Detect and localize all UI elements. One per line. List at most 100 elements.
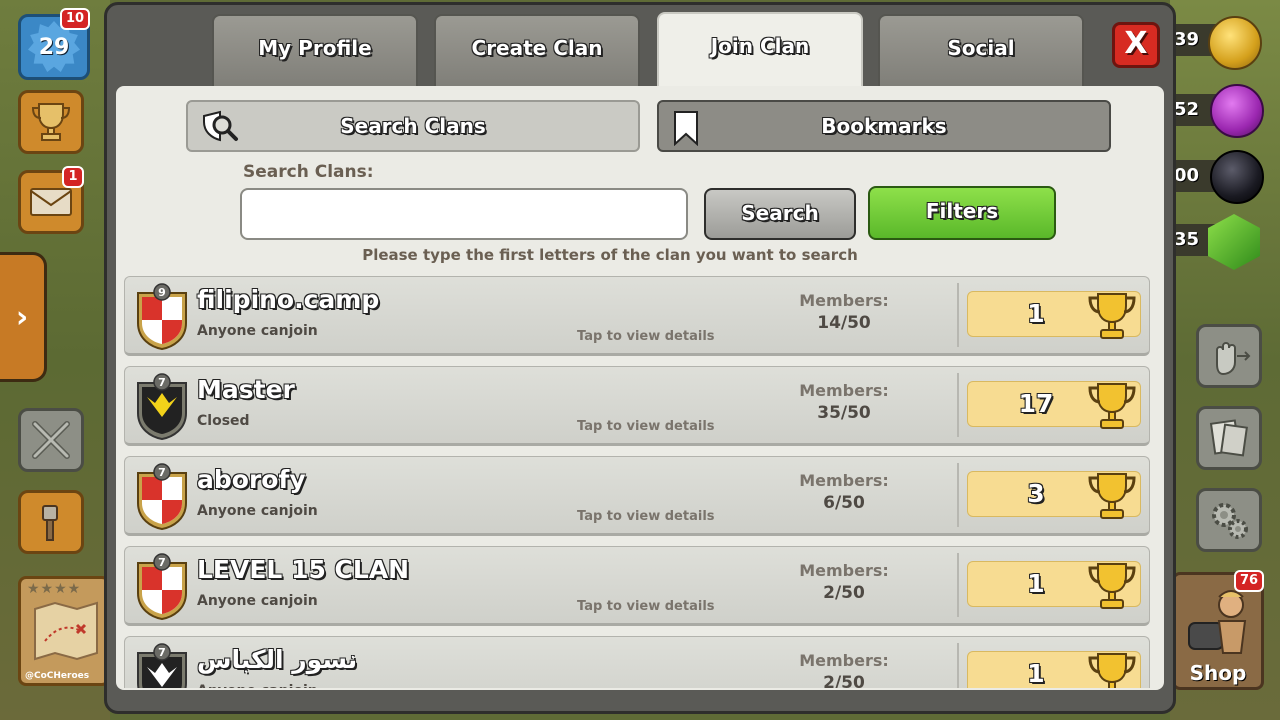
elixir-drop-icon <box>1210 84 1264 138</box>
envelope-icon <box>30 188 72 216</box>
treasure-map-icon <box>34 601 98 661</box>
trophy-icon <box>31 103 71 141</box>
members-count: 2/50 <box>823 673 865 688</box>
row-divider <box>957 643 959 688</box>
members-count: 14/50 <box>817 313 871 333</box>
clan-list[interactable]: 9 filipino.camp Anyone canjoin Tap to vi… <box>124 276 1150 688</box>
tap-details-hint: Tap to view details <box>577 509 715 524</box>
settings-button[interactable] <box>1196 488 1262 552</box>
clan-trophies: 1 <box>967 291 1141 339</box>
gears-icon <box>1212 503 1248 539</box>
clan-name: aborofy <box>197 465 306 494</box>
level-notification-badge: 10 <box>60 8 91 30</box>
clan-search-input[interactable] <box>240 188 688 240</box>
clan-trophies: 1 <box>967 561 1141 609</box>
trophy-league-button[interactable] <box>18 90 84 154</box>
clan-level: 7 <box>158 466 166 479</box>
filters-button[interactable]: Filters <box>868 186 1056 240</box>
members-count: 6/50 <box>823 493 865 513</box>
trophy-count: 3 <box>1027 479 1045 508</box>
tab-label: My Profile <box>258 36 372 60</box>
shop-notification-badge: 76 <box>1234 570 1265 592</box>
trophy-count: 1 <box>1027 299 1045 328</box>
map-stars-icon: ★★★★ <box>27 581 82 597</box>
search-label: Search Clans: <box>243 162 374 182</box>
row-divider <box>957 283 959 347</box>
tab-join-clan[interactable]: Join Clan <box>657 12 863 92</box>
tab-label: Social <box>947 36 1015 60</box>
level-number: 29 <box>38 34 70 60</box>
clan-trophies: 3 <box>967 471 1141 519</box>
expand-sidebar-button[interactable]: › <box>0 252 47 382</box>
tap-details-hint: Tap to view details <box>577 419 715 434</box>
clan-join-type: Anyone canjoin <box>197 683 318 688</box>
attack-log-button[interactable] <box>18 408 84 472</box>
tab-label: Join Clan <box>710 34 810 58</box>
shop-barbarian-icon <box>1188 590 1247 654</box>
tab-social[interactable]: Social <box>878 14 1084 88</box>
clan-trophies: 17 <box>967 381 1141 429</box>
clan-level: 9 <box>158 286 166 299</box>
crossed-swords-icon <box>32 421 70 459</box>
members-label: Members: <box>799 291 889 310</box>
clan-badge-icon: 7 <box>137 553 187 621</box>
clan-trophies: 1 <box>967 651 1141 688</box>
hand-move-icon <box>1216 342 1251 376</box>
clan-name: LEVEL 15 CLAN <box>197 555 410 584</box>
clan-row[interactable]: 7 Master Closed Tap to view details Memb… <box>124 366 1150 446</box>
search-icon <box>203 110 238 142</box>
bookmark-icon <box>674 111 698 146</box>
builder-button[interactable] <box>18 490 84 554</box>
trophy-count: 1 <box>1027 569 1045 598</box>
gold-coin-icon <box>1208 16 1262 70</box>
trophy-icon <box>1088 473 1136 519</box>
tab-label: Create Clan <box>471 36 603 60</box>
tab-my-profile[interactable]: My Profile <box>212 14 418 88</box>
subtab-search-clans[interactable]: Search Clans <box>186 100 640 152</box>
clan-name: نسور الكباس <box>197 645 358 674</box>
subtab-bookmarks[interactable]: Bookmarks <box>657 100 1111 152</box>
tap-details-hint: Tap to view details <box>577 329 715 344</box>
close-button[interactable]: X <box>1112 22 1160 68</box>
clan-badge-icon: 7 <box>137 463 187 531</box>
trophy-icon <box>1088 383 1136 429</box>
clan-join-type: Closed <box>197 413 250 429</box>
search-hint: Please type the first letters of the cla… <box>362 246 858 264</box>
clan-name: filipino.camp <box>197 285 380 314</box>
trophy-count: 1 <box>1027 659 1045 688</box>
subtab-label: Bookmarks <box>821 114 947 138</box>
row-divider <box>957 553 959 617</box>
dark-elixir-drop-icon <box>1210 150 1264 204</box>
row-divider <box>957 373 959 437</box>
members-count: 35/50 <box>817 403 871 423</box>
clan-row[interactable]: 7 نسور الكباس Anyone canjoin Members: 2/… <box>124 636 1150 688</box>
clan-badge-icon: 9 <box>137 283 187 351</box>
campaign-map-button[interactable]: ★★★★ @CoCHeroes <box>18 576 110 686</box>
chevron-right-icon: › <box>15 299 29 335</box>
row-divider <box>957 463 959 527</box>
members-label: Members: <box>799 381 889 400</box>
clan-level: 7 <box>158 376 166 389</box>
clan-badge-icon: 7 <box>137 373 187 441</box>
subtab-label: Search Clans <box>340 114 486 138</box>
shop-label: Shop <box>1189 661 1247 685</box>
clan-row[interactable]: 7 LEVEL 15 CLAN Anyone canjoin Tap to vi… <box>124 546 1150 626</box>
trophy-count: 17 <box>1018 389 1054 418</box>
clan-row[interactable]: 7 aborofy Anyone canjoin Tap to view det… <box>124 456 1150 536</box>
clan-name: Master <box>197 375 295 404</box>
tab-create-clan[interactable]: Create Clan <box>434 14 640 88</box>
trophy-icon <box>1088 653 1136 688</box>
members-label: Members: <box>799 651 889 670</box>
clan-badge-icon: 7 <box>137 643 187 688</box>
members-label: Members: <box>799 471 889 490</box>
clan-join-type: Anyone canjoin <box>197 503 318 519</box>
clan-board-button[interactable] <box>1196 406 1262 470</box>
hammer-icon <box>42 505 58 541</box>
search-button[interactable]: Search <box>704 188 856 240</box>
edit-layout-button[interactable] <box>1196 324 1262 388</box>
clan-row[interactable]: 9 filipino.camp Anyone canjoin Tap to vi… <box>124 276 1150 356</box>
mail-notification-badge: 1 <box>62 166 84 188</box>
map-watermark-label: @CoCHeroes <box>25 671 90 681</box>
clan-level: 7 <box>158 556 166 569</box>
trophy-icon <box>1088 563 1136 609</box>
